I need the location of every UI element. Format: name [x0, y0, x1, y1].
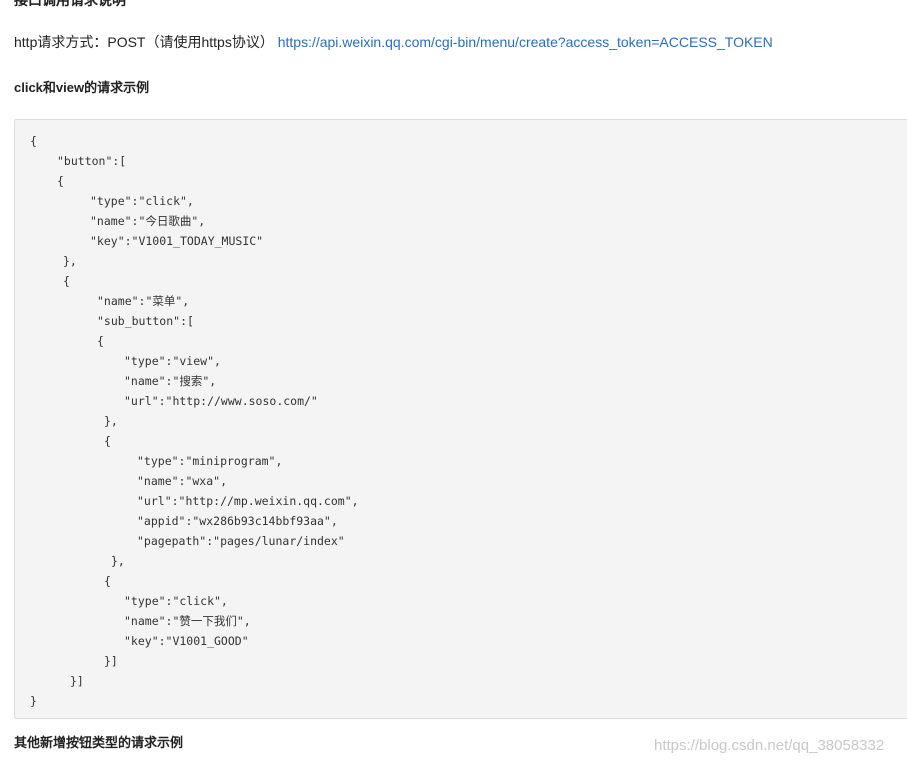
code-line: "name":"今日歌曲",: [90, 214, 206, 228]
code-line: "button":[: [57, 154, 127, 168]
section-heading-truncated: 接口调用请求说明: [14, 0, 126, 8]
code-line: "url":"http://www.soso.com/": [124, 394, 318, 408]
code-block: { "button":[ { "type":"click", "name":"今…: [14, 119, 907, 719]
code-line: "type":"view",: [124, 354, 221, 368]
other-example-heading: 其他新增按钮类型的请求示例: [14, 735, 184, 750]
example-heading: click和view的请求示例: [14, 80, 150, 95]
api-url-link[interactable]: https://api.weixin.qq.com/cgi-bin/menu/c…: [278, 34, 773, 50]
code-line: "name":"赞一下我们",: [124, 614, 251, 628]
code-line: }]: [70, 674, 84, 688]
watermark: https://blog.csdn.net/qq_38058332: [654, 737, 885, 754]
code-line: "key":"V1001_TODAY_MUSIC": [90, 234, 264, 248]
http-method-text: http请求方式：POST（请使用https协议）: [14, 34, 274, 50]
code-line: {: [57, 174, 64, 188]
code-line: "type":"click",: [90, 194, 194, 208]
code-line: "key":"V1001_GOOD": [124, 634, 249, 648]
code-line: {: [63, 274, 70, 288]
code-line: {: [30, 134, 37, 148]
code-line: "type":"miniprogram",: [137, 454, 283, 468]
code-line: }]: [104, 654, 118, 668]
code-line: "name":"wxa",: [137, 474, 228, 488]
code-line: {: [104, 434, 111, 448]
code-line: {: [104, 574, 111, 588]
code-line: "type":"click",: [124, 594, 228, 608]
code-line: {: [97, 334, 104, 348]
code-line: },: [111, 554, 125, 568]
code-line: }: [30, 694, 37, 708]
code-line: "pagepath":"pages/lunar/index": [137, 534, 345, 548]
http-method-line: http请求方式：POST（请使用https协议） https://api.we…: [14, 32, 773, 52]
code-line: "url":"http://mp.weixin.qq.com",: [137, 494, 359, 508]
code-line: },: [104, 414, 118, 428]
code-line: "sub_button":[: [97, 314, 194, 328]
code-line: "name":"搜索",: [124, 374, 217, 388]
code-line: },: [63, 254, 77, 268]
code-line: "name":"菜单",: [97, 294, 190, 308]
code-line: "appid":"wx286b93c14bbf93aa",: [137, 514, 338, 528]
